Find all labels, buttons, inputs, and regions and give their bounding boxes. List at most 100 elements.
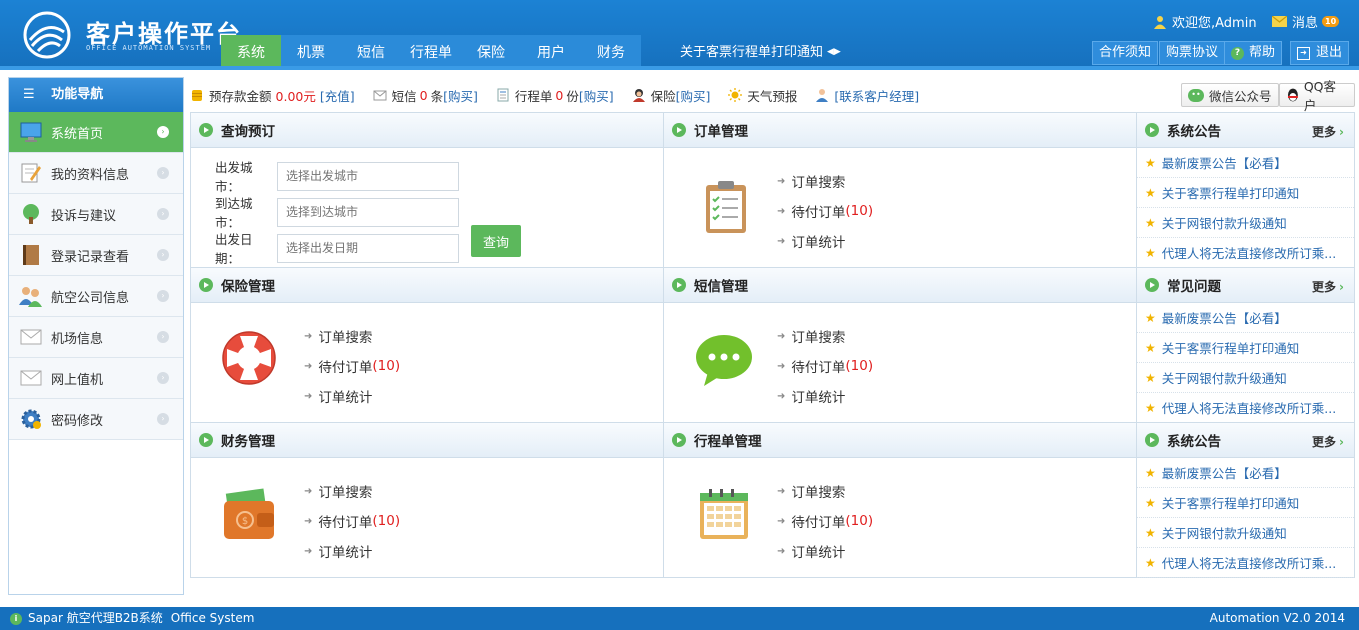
sidebar-item-login-records[interactable]: 登录记录查看 › — [9, 235, 183, 276]
purchase-agreement-button[interactable]: 购票协议 — [1159, 41, 1226, 65]
tab-user[interactable]: 用户 — [521, 35, 581, 70]
order-stats-link[interactable]: ➜ 订单统计 — [304, 536, 400, 566]
link-label: 订单搜索 — [318, 330, 373, 346]
list-item[interactable]: ★ 关于客票行程单打印通知 — [1137, 488, 1354, 518]
tab-flight[interactable]: 机票 — [281, 35, 341, 70]
pending-orders-link[interactable]: ➜ 待付订单 (10) — [777, 196, 873, 226]
scrolling-notice[interactable]: 关于客票行程单打印通知 — [680, 35, 823, 70]
sidebar-item-home[interactable]: 系统首页 › — [9, 112, 183, 153]
order-stats-link[interactable]: ➜ 订单统计 — [777, 226, 873, 256]
from-city-input[interactable] — [277, 161, 459, 191]
contact-manager-link[interactable]: [联系客户经理] — [834, 86, 919, 105]
list-item[interactable]: ★ 最新废票公告【必看】 — [1137, 148, 1354, 178]
tab-finance[interactable]: 财务 — [581, 35, 641, 70]
arrow-right-icon: ➜ — [304, 390, 313, 402]
order-search-link[interactable]: ➜ 订单搜索 — [777, 476, 873, 506]
logout-button[interactable]: ➜ 退出 — [1290, 41, 1350, 65]
star-icon: ★ — [1145, 495, 1156, 510]
pending-orders-link[interactable]: ➜ 待付订单 (10) — [304, 351, 400, 381]
panel-title: 系统公告 — [1167, 434, 1221, 450]
sidebar-item-airports[interactable]: 机场信息 › — [9, 317, 183, 358]
more-link[interactable]: 更多 › — [1312, 433, 1344, 450]
date-input[interactable] — [277, 233, 459, 263]
tab-system[interactable]: 系统 — [221, 35, 281, 70]
list-item[interactable]: ★ 关于网银付款升级通知 — [1137, 518, 1354, 548]
play-icon — [1145, 278, 1159, 292]
panel-title: 订单管理 — [694, 124, 748, 140]
order-search-link[interactable]: ➜ 订单搜索 — [304, 321, 400, 351]
list-item[interactable]: ★ 关于客票行程单打印通知 — [1137, 333, 1354, 363]
tab-itinerary[interactable]: 行程单 — [401, 35, 461, 70]
deposit-label: 预存款金额 — [209, 88, 272, 104]
sms-info: 短信 0 条 [购买] — [373, 86, 478, 105]
notice-box-faq: 常见问题 更多 › ★ 最新废票公告【必看】 ★ 关于客票行程单打印通知 ★ 关于网银付… — [1136, 267, 1355, 423]
buy-itinerary-link[interactable]: [购买] — [579, 86, 614, 105]
sidebar-item-airlines[interactable]: 航空公司信息 › — [9, 276, 183, 317]
clipboard-icon — [706, 181, 746, 233]
tab-insurance[interactable]: 保险 — [461, 35, 521, 70]
wechat-button[interactable]: •• 微信公众号 — [1181, 83, 1279, 107]
to-city-row: 到达城市： — [215, 193, 459, 231]
order-stats-link[interactable]: ➜ 订单统计 — [304, 381, 400, 411]
pending-orders-link[interactable]: ➜ 待付订单 (10) — [777, 351, 873, 381]
sidebar-item-checkin[interactable]: 网上值机 › — [9, 358, 183, 399]
wechat-icon: •• — [1188, 88, 1204, 102]
recharge-link[interactable]: [充值] — [320, 86, 355, 105]
sidebar-item-profile[interactable]: 我的资料信息 › — [9, 153, 183, 194]
sidebar-item-complaints[interactable]: 投诉与建议 › — [9, 194, 183, 235]
qq-button[interactable]: QQ客户 — [1279, 79, 1355, 113]
order-stats-link[interactable]: ➜ 订单统计 — [777, 381, 873, 411]
chevron-right-icon: › — [157, 126, 169, 138]
star-icon: ★ — [1145, 370, 1156, 385]
notice-text: 最新废票公告【必看】 — [1161, 466, 1287, 481]
list-item[interactable]: ★ 关于网银付款升级通知 — [1137, 208, 1354, 238]
chevron-right-icon: › — [157, 208, 169, 220]
sidebar-item-password[interactable]: 密码修改 › — [9, 399, 183, 440]
finance-panel: 财务管理 $ ➜ 订单搜索 ➜ 待付订单 (10) ➜ 订单统计 — [190, 422, 664, 578]
weather-info[interactable]: 天气预报 — [728, 86, 797, 105]
contact-info[interactable]: [联系客户经理] — [815, 86, 919, 105]
insurance-panel: 保险管理 ➜ 订单搜索 ➜ 待付订单 (10) ➜ 订单统计 — [190, 267, 664, 423]
sidebar-header: ☰ 功能导航 — [9, 78, 183, 112]
panel-title: 保险管理 — [221, 279, 275, 295]
pending-orders-link[interactable]: ➜ 待付订单 (10) — [777, 506, 873, 536]
query-button[interactable]: 查询 — [471, 225, 521, 257]
order-search-link[interactable]: ➜ 订单搜索 — [777, 321, 873, 351]
order-stats-link[interactable]: ➜ 订单统计 — [777, 536, 873, 566]
notice-list: ★ 最新废票公告【必看】 ★ 关于客票行程单打印通知 ★ 关于网银付款升级通知 ★ 代理… — [1137, 148, 1354, 268]
list-item[interactable]: ★ 代理人将无法直接修改所订乘... — [1137, 393, 1354, 423]
chevron-right-icon: › — [157, 290, 169, 302]
to-city-input[interactable] — [277, 197, 459, 227]
list-item[interactable]: ★ 代理人将无法直接修改所订乘... — [1137, 548, 1354, 578]
help-button[interactable]: ? 帮助 — [1224, 41, 1283, 65]
notice-arrows-icon[interactable]: ◀▶ — [827, 35, 841, 70]
gear-icon — [19, 407, 43, 431]
list-item[interactable]: ★ 代理人将无法直接修改所订乘... — [1137, 238, 1354, 268]
play-icon — [1145, 123, 1159, 137]
list-item[interactable]: ★ 关于客票行程单打印通知 — [1137, 178, 1354, 208]
list-item[interactable]: ★ 关于网银付款升级通知 — [1137, 363, 1354, 393]
tab-sms[interactable]: 短信 — [341, 35, 401, 70]
deposit-value: 0.00元 — [275, 88, 316, 104]
buy-sms-link[interactable]: [购买] — [443, 86, 478, 105]
more-link[interactable]: 更多 › — [1312, 278, 1344, 295]
more-label: 更多 — [1312, 435, 1337, 449]
order-search-link[interactable]: ➜ 订单搜索 — [777, 166, 873, 196]
messages-link[interactable]: 消息 10 — [1272, 12, 1340, 31]
welcome-text: 欢迎您,Admin — [1172, 16, 1257, 31]
pending-orders-link[interactable]: ➜ 待付订单 (10) — [304, 506, 400, 536]
list-item[interactable]: ★ 最新废票公告【必看】 — [1137, 458, 1354, 488]
wechat-label: 微信公众号 — [1209, 88, 1272, 104]
buy-insurance-link[interactable]: [购买] — [676, 86, 711, 105]
footer-version: Automation V2.0 2014 — [1209, 611, 1345, 625]
notice-box-system: 系统公告 更多 › ★ 最新废票公告【必看】 ★ 关于客票行程单打印通知 ★ 关于网银付… — [1136, 112, 1355, 268]
list-item[interactable]: ★ 最新废票公告【必看】 — [1137, 303, 1354, 333]
chat-bubble-icon — [696, 335, 752, 386]
coop-notice-button[interactable]: 合作须知 — [1092, 41, 1159, 65]
link-label: 订单搜索 — [318, 485, 373, 501]
panel-title: 查询预订 — [221, 124, 275, 140]
more-link[interactable]: 更多 › — [1312, 123, 1344, 140]
order-search-link[interactable]: ➜ 订单搜索 — [304, 476, 400, 506]
mail-icon — [19, 325, 43, 349]
chevron-right-icon: › — [1339, 125, 1344, 139]
